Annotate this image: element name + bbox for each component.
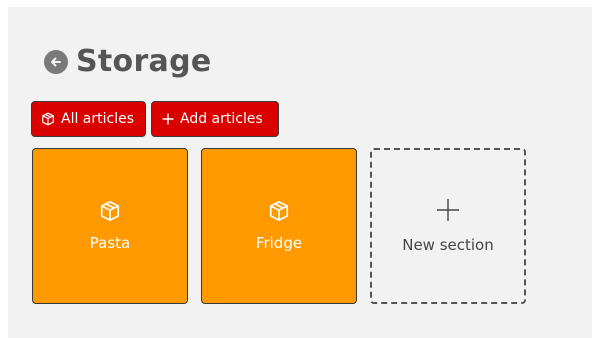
box-icon [269, 201, 289, 221]
all-articles-button[interactable]: All articles [31, 101, 146, 137]
plus-icon [162, 113, 174, 125]
back-button[interactable] [44, 50, 68, 74]
section-tile-pasta[interactable]: Pasta [32, 148, 188, 304]
section-grid: Pasta Fridge New section [32, 148, 526, 304]
all-articles-label: All articles [61, 111, 135, 127]
new-section-label: New section [402, 236, 494, 254]
page-header: Storage [44, 43, 212, 81]
box-icon [100, 201, 120, 221]
add-articles-label: Add articles [180, 111, 263, 127]
new-section-tile[interactable]: New section [370, 148, 526, 304]
add-articles-button[interactable]: Add articles [151, 101, 279, 137]
toolbar: All articles Add articles [31, 101, 279, 137]
box-icon [42, 112, 54, 126]
section-tile-fridge[interactable]: Fridge [201, 148, 357, 304]
plus-icon [437, 199, 459, 221]
arrow-left-icon [51, 57, 61, 67]
page-title: Storage [76, 44, 212, 79]
section-label: Pasta [89, 234, 131, 252]
section-label: Fridge [255, 234, 303, 252]
